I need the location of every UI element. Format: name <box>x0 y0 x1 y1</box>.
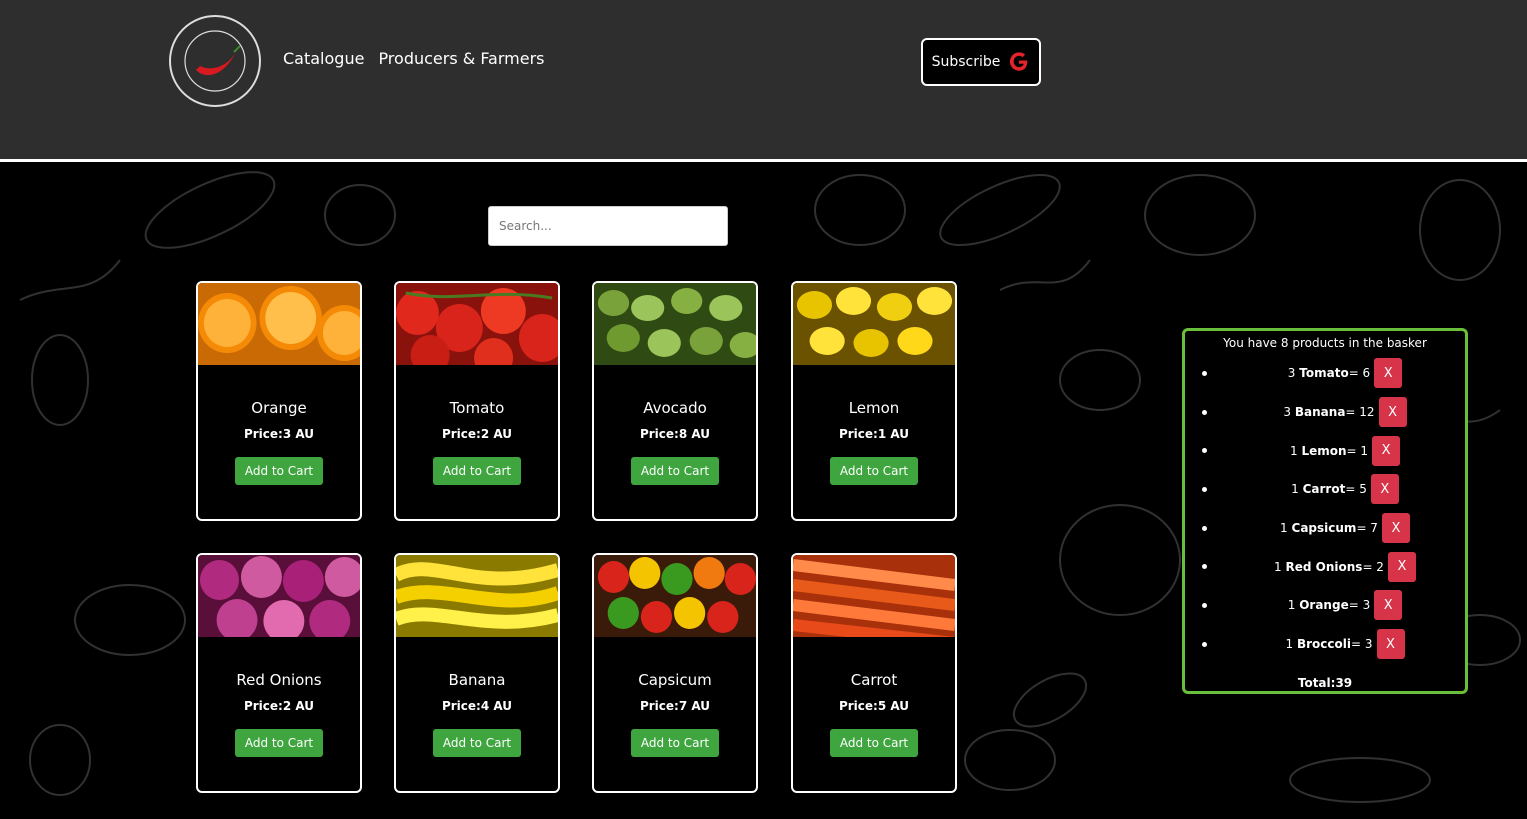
basket-list: 3 Tomato = 6X 3 Banana = 12 X 1 Lemon = 1X 1… <box>1185 354 1465 664</box>
nav-catalogue[interactable]: Catalogue <box>283 49 364 68</box>
basket-item-amount: = 7 <box>1356 521 1378 536</box>
tomato-image <box>396 283 558 365</box>
product-name: Lemon <box>848 399 900 417</box>
basket-item: 1 Capsicum = 7X <box>1185 509 1465 548</box>
subscribe-button[interactable]: Subscribe <box>921 38 1041 86</box>
basket-item: 1 Lemon = 1X <box>1185 431 1465 470</box>
basket-item-qty: 3 <box>1287 366 1296 381</box>
product-price: Price:4 AU <box>441 699 513 713</box>
subscribe-label: Subscribe <box>931 54 1001 70</box>
remove-item-button[interactable]: X <box>1376 629 1405 660</box>
basket-item-qty: 1 <box>1274 559 1282 574</box>
basket-item-amount: = 2 <box>1362 559 1384 574</box>
adelaide-market-logo[interactable] <box>168 14 262 108</box>
add-to-cart-button[interactable]: Add to Cart <box>234 729 324 757</box>
basket-item-amount: = 12 <box>1345 405 1375 420</box>
remove-item-button[interactable]: X <box>1378 397 1407 428</box>
basket-item: 1 Orange = 3X <box>1185 586 1465 625</box>
basket-item-name: Red Onions <box>1285 559 1363 574</box>
basket-item-name: Carrot <box>1302 482 1346 497</box>
remove-item-button[interactable]: X <box>1370 474 1399 505</box>
basket-item-qty: 1 <box>1291 482 1299 497</box>
basket-item: 1 Carrot = 5X <box>1185 470 1465 509</box>
site-header: Catalogue Producers & Farmers Subscribe <box>0 0 1527 162</box>
basket-item-name: Tomato <box>1299 366 1349 381</box>
banana-image <box>396 555 558 637</box>
product-price: Price:7 AU <box>639 699 711 713</box>
basket-item-qty: 1 <box>1289 443 1298 458</box>
basket-item-qty: 1 <box>1285 637 1294 652</box>
product-price: Price:2 AU <box>441 427 513 441</box>
red-onions-image <box>198 555 360 637</box>
product-card-orange: Orange Price:3 AU Add to Cart <box>196 281 362 521</box>
product-name: Red Onions <box>236 671 322 689</box>
product-name: Tomato <box>449 399 505 417</box>
basket-item-amount: = 3 <box>1350 637 1373 652</box>
capsicum-image <box>594 555 756 637</box>
product-card-carrot: Carrot Price:5 AU Add to Cart <box>791 553 957 793</box>
add-to-cart-button[interactable]: Add to Cart <box>234 457 324 485</box>
product-price: Price:8 AU <box>639 427 711 441</box>
basket-total: Total:39 <box>1297 675 1353 690</box>
product-name: Avocado <box>643 399 707 417</box>
basket-item-name: Lemon <box>1301 443 1347 458</box>
search-input[interactable] <box>488 206 728 246</box>
basket-item-amount: = 3 <box>1348 598 1371 613</box>
nav-producers-farmers[interactable]: Producers & Farmers <box>378 49 544 68</box>
product-price: Price:3 AU <box>243 427 315 441</box>
basket-item: 3 Tomato = 6X <box>1185 354 1465 393</box>
remove-item-button[interactable]: X <box>1372 435 1401 466</box>
avocado-image <box>594 283 756 365</box>
remove-item-button[interactable]: X <box>1374 358 1403 389</box>
basket-item: 1 Red Onions = 2X <box>1185 547 1465 586</box>
product-price: Price:2 AU <box>243 699 315 713</box>
basket-item-name: Orange <box>1299 598 1349 613</box>
basket-item-name: Capsicum <box>1291 521 1357 536</box>
basket-item-qty: 3 <box>1283 405 1292 420</box>
basket-title: You have 8 products in the basker <box>1223 336 1427 350</box>
basket-panel: You have 8 products in the basker 3 Toma… <box>1182 328 1468 694</box>
remove-item-button[interactable]: X <box>1387 551 1416 582</box>
basket-item-amount: = 6 <box>1348 366 1371 381</box>
add-to-cart-button[interactable]: Add to Cart <box>630 457 720 485</box>
product-price: Price:1 AU <box>838 427 910 441</box>
product-card-lemon: Lemon Price:1 AU Add to Cart <box>791 281 957 521</box>
add-to-cart-button[interactable]: Add to Cart <box>432 729 522 757</box>
add-to-cart-button[interactable]: Add to Cart <box>630 729 720 757</box>
google-g-icon <box>1010 52 1028 71</box>
lemon-image <box>793 283 955 365</box>
product-card-banana: Banana Price:4 AU Add to Cart <box>394 553 560 793</box>
basket-item: 1 Broccoli = 3X <box>1185 625 1465 664</box>
orange-image <box>198 283 360 365</box>
add-to-cart-button[interactable]: Add to Cart <box>432 457 522 485</box>
product-name: Capsicum <box>638 671 712 689</box>
product-name: Carrot <box>850 671 898 689</box>
basket-item: 3 Banana = 12 X <box>1185 393 1465 432</box>
add-to-cart-button[interactable]: Add to Cart <box>829 729 919 757</box>
basket-item-amount: = 1 <box>1346 443 1369 458</box>
remove-item-button[interactable]: X <box>1374 590 1403 621</box>
basket-item-qty: 1 <box>1287 598 1296 613</box>
product-card-capsicum: Capsicum Price:7 AU Add to Cart <box>592 553 758 793</box>
basket-item-qty: 1 <box>1280 521 1288 536</box>
product-name: Orange <box>251 399 307 417</box>
basket-item-name: Banana <box>1294 405 1346 420</box>
basket-item-name: Broccoli <box>1296 637 1351 652</box>
product-name: Banana <box>448 671 506 689</box>
product-card-red-onions: Red Onions Price:2 AU Add to Cart <box>196 553 362 793</box>
product-card-tomato: Tomato Price:2 AU Add to Cart <box>394 281 560 521</box>
product-card-avocado: Avocado Price:8 AU Add to Cart <box>592 281 758 521</box>
main-nav: Catalogue Producers & Farmers <box>283 49 545 68</box>
remove-item-button[interactable]: X <box>1381 513 1410 544</box>
basket-item-amount: = 5 <box>1345 482 1367 497</box>
carrot-image <box>793 555 955 637</box>
product-price: Price:5 AU <box>838 699 910 713</box>
add-to-cart-button[interactable]: Add to Cart <box>829 457 919 485</box>
